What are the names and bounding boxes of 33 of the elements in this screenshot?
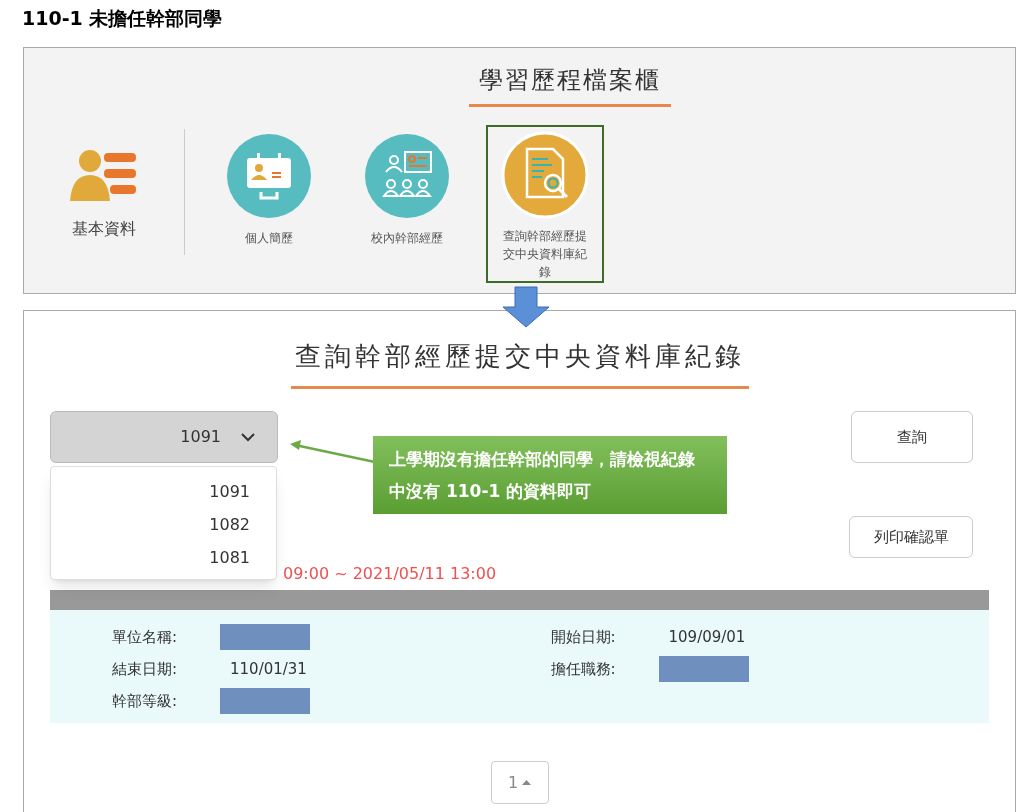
print-button[interactable]: 列印確認單 — [849, 516, 973, 558]
portfolio-tile[interactable]: 校內幹部經歷 — [348, 125, 466, 283]
field-label: 幹部等級: — [112, 690, 179, 712]
group-icon — [365, 134, 449, 218]
field-label: 單位名稱: — [112, 626, 179, 648]
field-value: 110/01/31 — [230, 658, 307, 680]
year-select[interactable]: 1091 — [50, 411, 278, 463]
down-arrow-icon — [502, 286, 550, 328]
page-title: 110-1 未擔任幹部同學 — [22, 6, 223, 31]
callout-note: 上學期沒有擔任幹部的同學，請檢視紀錄中沒有 110-1 的資料即可 — [373, 436, 727, 514]
portfolio-heading: 學習歷程檔案櫃 — [468, 62, 671, 107]
id-card-icon — [227, 134, 311, 218]
document-search-icon — [501, 131, 589, 219]
basic-info-label[interactable]: 基本資料 — [72, 217, 136, 241]
field-value: 109/09/01 — [668, 626, 746, 648]
query-heading: 查詢幹部經歷提交中央資料庫紀錄 — [290, 337, 749, 389]
portfolio-tile[interactable]: 查詢幹部經歷提交中央資料庫紀錄 — [486, 125, 604, 283]
field-label: 擔任職務: — [550, 658, 617, 680]
tile-label: 查詢幹部經歷提交中央資料庫紀錄 — [502, 228, 588, 281]
year-option[interactable]: 1082 — [51, 508, 276, 541]
tile-label: 個人簡歷 — [244, 230, 294, 247]
chevron-down-icon — [241, 432, 255, 442]
caret-up-icon — [522, 780, 532, 785]
person-list-icon — [70, 149, 138, 201]
year-option[interactable]: 1081 — [51, 541, 276, 574]
query-button[interactable]: 查詢 — [851, 411, 973, 463]
field-label: 結束日期: — [112, 658, 179, 680]
year-option[interactable]: 1091 — [51, 475, 276, 508]
period-text: 09:00 ~ 2021/05/11 13:00 — [283, 564, 498, 584]
page-button[interactable]: 1 — [490, 761, 549, 804]
portfolio-tile[interactable]: 個人簡歷 — [210, 125, 328, 283]
field-label: 開始日期: — [550, 626, 617, 648]
tile-label: 校內幹部經歷 — [370, 230, 444, 247]
